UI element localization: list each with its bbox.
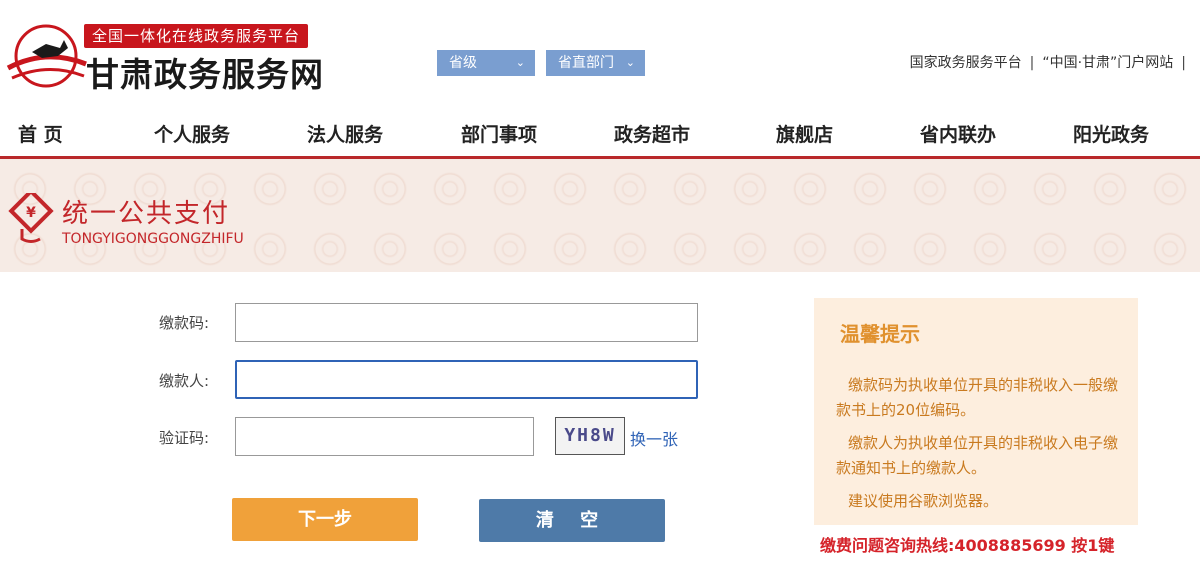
tip-line: 缴款码为执收单位开具的非税收入一般缴款书上的20位编码。 [836,376,1119,419]
tip-line: 缴款人为执收单位开具的非税收入电子缴款通知书上的缴款人。 [836,434,1119,477]
nav-item-personal[interactable]: 个人服务 [154,120,230,147]
national-platform-link[interactable]: 国家政务服务平台 [910,55,1022,71]
horse-logo-icon [6,24,87,88]
nav-item-home[interactable]: 首 页 [18,120,63,147]
payment-subtitle: TONGYIGONGGONGZHIFU [62,231,244,247]
site-title: 甘肃政务服务网 [86,55,324,94]
tips-title: 温馨提示 [840,322,920,346]
nav-item-corporate[interactable]: 法人服务 [307,120,383,147]
hotline-text: 缴费问题咨询热线:4008885699 按1键 [820,536,1115,555]
payer-input[interactable] [235,360,698,399]
captcha-input[interactable] [235,417,534,456]
gansu-portal-link[interactable]: “中国·甘肃”门户网站 [1042,55,1173,71]
refresh-captcha-link[interactable]: 换一张 [630,426,678,450]
nav-item-supermarket[interactable]: 政务超市 [614,120,690,147]
platform-banner-label: 全国一体化在线政务服务平台 [84,24,309,48]
nav-item-departments[interactable]: 部门事项 [461,120,537,147]
payment-banner: ¥ 统一公共支付 TONGYIGONGGONGZHIFU [0,159,1200,272]
chevron-down-icon: ⌄ [515,56,525,69]
province-dept-select-label: 省直部门 [558,55,614,71]
captcha-label: 验证码: [159,429,210,447]
svg-text:¥: ¥ [26,205,36,221]
next-step-button[interactable]: 下一步 [232,498,418,541]
payment-code-label: 缴款码: [159,314,210,332]
chevron-down-icon: ⌄ [625,56,635,69]
tips-box: 温馨提示 缴款码为执收单位开具的非税收入一般缴款书上的20位编码。 缴款人为执收… [814,298,1138,525]
payer-label: 缴款人: [159,372,210,390]
nav-item-sunshine[interactable]: 阳光政务 [1073,120,1149,147]
captcha-image[interactable]: YH8W [555,417,625,455]
payment-title: 统一公共支付 [62,199,231,229]
province-level-select-label: 省级 [449,55,477,71]
link-divider: | [1181,55,1186,71]
payment-code-input[interactable] [235,303,698,342]
link-divider: | [1029,55,1035,71]
province-dept-select[interactable]: 省直部门 ⌄ [546,50,645,76]
province-level-select[interactable]: 省级 ⌄ [437,50,535,76]
main-nav: 首 页 个人服务 法人服务 部门事项 政务超市 旗舰店 省内联办 阳光政务 [0,112,1200,159]
site-logo[interactable]: 全国一体化在线政务服务平台 甘肃政务服务网 [0,14,330,94]
nav-item-flagship[interactable]: 旗舰店 [776,120,833,147]
tip-line: 建议使用谷歌浏览器。 [848,492,999,510]
clear-button[interactable]: 清 空 [479,499,665,542]
payment-emblem-icon: ¥ [8,193,54,243]
top-links: 国家政务服务平台 | “中国·甘肃”门户网站 | [910,52,1194,72]
nav-item-joint-service[interactable]: 省内联办 [920,120,996,147]
site-header: 全国一体化在线政务服务平台 甘肃政务服务网 省级 ⌄ 省直部门 ⌄ 国家政务服务… [0,0,1200,112]
